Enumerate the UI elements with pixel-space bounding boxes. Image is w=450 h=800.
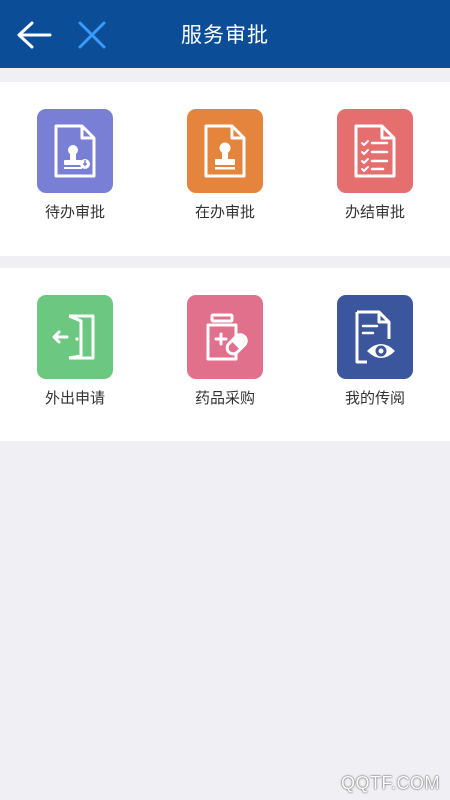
service-section: 外出申请 药品采购 我的传阅 [0,268,450,441]
tile-icon-box [337,109,413,193]
document-stamp-icon [54,124,96,178]
exit-door-icon [52,314,95,360]
document-stamp-icon [204,124,246,178]
tile-label: 外出申请 [44,389,105,407]
tile-label: 在办审批 [194,203,255,221]
approval-section: 待办审批 在办审批 办结审批 [0,82,450,256]
tile-pending-approval[interactable]: 待办审批 [0,109,150,234]
tile-icon-box [37,295,113,379]
tile-label: 药品采购 [194,389,255,407]
tile-in-progress-approval[interactable]: 在办审批 [150,109,300,234]
header-bar: 服务审批 [0,0,450,68]
checklist-icon [354,124,396,178]
tile-label: 待办审批 [44,203,105,221]
medicine-icon [206,313,248,361]
tile-medicine-purchase[interactable]: 药品采购 [150,295,300,420]
tile-label: 我的传阅 [344,389,405,407]
document-view-icon [355,310,395,364]
tile-icon-box [337,295,413,379]
page-title: 服务审批 [181,23,269,47]
tile-my-circulation[interactable]: 我的传阅 [300,295,450,420]
watermark: QQTF.COM [341,773,440,793]
tile-label: 办结审批 [344,203,405,221]
tile-leave-request[interactable]: 外出申请 [0,295,150,420]
tile-icon-box [187,295,263,379]
tile-completed-approval[interactable]: 办结审批 [300,109,450,234]
tile-icon-box [187,109,263,193]
tile-icon-box [37,109,113,193]
